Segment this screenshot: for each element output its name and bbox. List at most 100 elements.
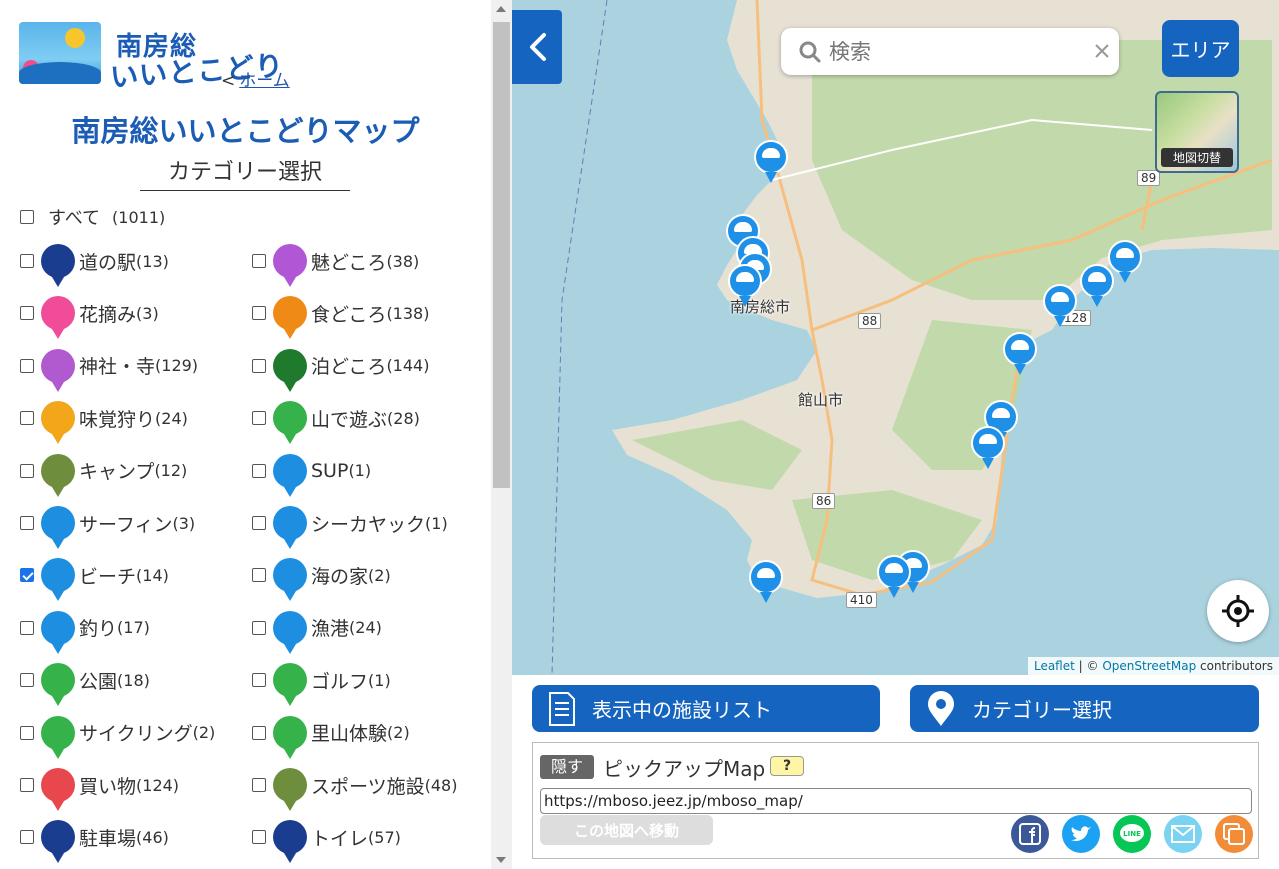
category-checkbox[interactable] bbox=[20, 463, 34, 478]
category-checkbox[interactable] bbox=[252, 725, 266, 740]
category-item[interactable]: シーカヤック (1) bbox=[252, 506, 448, 549]
search-input[interactable] bbox=[829, 39, 1079, 64]
facebook-share-button[interactable] bbox=[1011, 815, 1049, 853]
leaflet-link[interactable]: Leaflet bbox=[1034, 659, 1075, 673]
category-checkbox[interactable] bbox=[252, 358, 266, 373]
category-item[interactable]: 味覚狩り (24) bbox=[20, 401, 188, 445]
category-checkbox[interactable] bbox=[20, 358, 34, 373]
category-checkbox[interactable] bbox=[252, 411, 266, 426]
category-count: (28) bbox=[387, 408, 420, 428]
logo-image[interactable] bbox=[19, 22, 101, 84]
facility-list-button[interactable]: 表示中の施設リスト bbox=[532, 685, 880, 732]
city-label-tateyama: 館山市 bbox=[798, 391, 844, 409]
category-checkbox[interactable] bbox=[252, 830, 266, 845]
category-item[interactable]: トイレ (57) bbox=[252, 820, 401, 864]
map-pin-icon bbox=[928, 690, 954, 726]
area-button[interactable]: エリア bbox=[1162, 20, 1239, 77]
category-item[interactable]: 花摘み (3) bbox=[20, 296, 159, 340]
tent-icon bbox=[41, 453, 75, 497]
category-all[interactable]: すべて (1011) bbox=[20, 204, 165, 230]
category-item[interactable]: 山で遊ぶ (28) bbox=[252, 401, 420, 445]
scrollbar-thumb[interactable] bbox=[493, 22, 510, 488]
category-count: (24) bbox=[155, 408, 188, 428]
category-checkbox[interactable] bbox=[20, 778, 34, 792]
line-share-button[interactable]: LINE bbox=[1113, 815, 1151, 853]
category-item[interactable]: 釣り (17) bbox=[20, 610, 150, 654]
category-checkbox[interactable] bbox=[252, 516, 266, 530]
beach-marker[interactable] bbox=[1108, 240, 1142, 283]
email-share-button[interactable] bbox=[1164, 815, 1202, 853]
category-label: 魅どころ bbox=[311, 251, 387, 274]
category-item[interactable]: ゴルフ (1) bbox=[252, 663, 391, 707]
attribution-separator: | © bbox=[1078, 659, 1099, 673]
scroll-up-icon[interactable] bbox=[496, 6, 506, 12]
beach-marker[interactable] bbox=[754, 140, 788, 183]
fruit-icon bbox=[41, 401, 75, 445]
osm-link[interactable]: OpenStreetMap bbox=[1102, 659, 1196, 673]
category-item[interactable]: SUP (1) bbox=[252, 453, 371, 497]
category-item[interactable]: 食どころ (138) bbox=[252, 296, 429, 340]
category-checkbox[interactable] bbox=[252, 620, 266, 635]
category-select-button[interactable]: カテゴリー選択 bbox=[910, 685, 1259, 732]
scroll-down-icon[interactable] bbox=[496, 857, 506, 863]
fork-knife-icon bbox=[273, 296, 307, 340]
all-checkbox[interactable] bbox=[20, 210, 34, 224]
category-item[interactable]: 海の家 (2) bbox=[252, 558, 391, 602]
category-checkbox[interactable] bbox=[20, 725, 34, 740]
category-count: (2) bbox=[368, 565, 391, 585]
category-item[interactable]: スポーツ施設 (48) bbox=[252, 768, 457, 811]
category-item[interactable]: 買い物 (124) bbox=[20, 768, 179, 811]
pickup-url-input[interactable] bbox=[540, 788, 1252, 814]
locate-me-button[interactable] bbox=[1207, 580, 1269, 642]
document-icon bbox=[549, 691, 575, 726]
category-checkbox[interactable] bbox=[252, 463, 266, 478]
category-checkbox[interactable] bbox=[252, 568, 266, 583]
category-checkbox[interactable] bbox=[20, 673, 34, 688]
category-checkbox[interactable] bbox=[252, 778, 266, 792]
category-label: キャンプ bbox=[79, 461, 155, 484]
category-item[interactable]: サイクリング (2) bbox=[20, 715, 215, 759]
category-label: 道の駅 bbox=[79, 251, 137, 274]
copy-link-button[interactable] bbox=[1215, 815, 1253, 853]
category-item[interactable]: 里山体験 (2) bbox=[252, 715, 410, 759]
category-item[interactable]: キャンプ (12) bbox=[20, 453, 187, 497]
category-checkbox[interactable] bbox=[20, 411, 34, 426]
category-checkbox[interactable] bbox=[252, 306, 266, 321]
category-item[interactable]: 神社・寺 (129) bbox=[20, 348, 198, 392]
category-item[interactable]: サーフィン (3) bbox=[20, 506, 195, 549]
clear-search-icon[interactable] bbox=[1091, 40, 1113, 62]
hide-button[interactable]: 隠す bbox=[540, 755, 594, 779]
beach-marker[interactable] bbox=[971, 426, 1005, 469]
beach-marker[interactable] bbox=[1080, 264, 1114, 307]
category-item[interactable]: 道の駅 (13) bbox=[20, 244, 169, 287]
category-checkbox[interactable] bbox=[252, 254, 266, 268]
category-item[interactable]: 漁港 (24) bbox=[252, 610, 382, 654]
map-layer-switch[interactable]: 地図切替 bbox=[1155, 91, 1239, 173]
category-checkbox[interactable] bbox=[20, 620, 34, 635]
category-checkbox[interactable] bbox=[252, 673, 266, 688]
category-item[interactable]: 魅どころ (38) bbox=[252, 244, 419, 287]
map-view[interactable]: 南房総市 館山市 88 86 410 128 89 エリア 地図切 bbox=[512, 0, 1279, 675]
category-checkbox[interactable] bbox=[20, 306, 34, 321]
category-checkbox[interactable] bbox=[20, 830, 34, 845]
category-item[interactable]: 泊どころ (144) bbox=[252, 348, 429, 392]
category-checkbox[interactable] bbox=[20, 568, 34, 583]
category-item[interactable]: 公園 (18) bbox=[20, 663, 150, 707]
help-button[interactable]: ? bbox=[770, 756, 804, 776]
home-link[interactable]: ホーム bbox=[239, 71, 290, 91]
beach-marker[interactable] bbox=[1043, 284, 1077, 327]
category-item[interactable]: 駐車場 (46) bbox=[20, 820, 169, 864]
category-checkbox[interactable] bbox=[20, 516, 34, 530]
beach-marker[interactable] bbox=[749, 560, 783, 603]
beach-marker[interactable] bbox=[728, 264, 762, 307]
sidebar-scrollbar[interactable] bbox=[491, 0, 512, 869]
category-checkbox[interactable] bbox=[20, 254, 34, 268]
twitter-share-button[interactable] bbox=[1062, 815, 1100, 853]
beach-marker[interactable] bbox=[877, 555, 911, 598]
move-to-map-button[interactable]: この地図へ移動 bbox=[540, 815, 713, 845]
beach-marker[interactable] bbox=[1003, 332, 1037, 375]
category-item[interactable]: ビーチ (14) bbox=[20, 558, 169, 602]
copy-icon bbox=[1223, 823, 1245, 845]
facility-list-label: 表示中の施設リスト bbox=[592, 698, 772, 722]
collapse-sidebar-button[interactable] bbox=[512, 10, 562, 84]
